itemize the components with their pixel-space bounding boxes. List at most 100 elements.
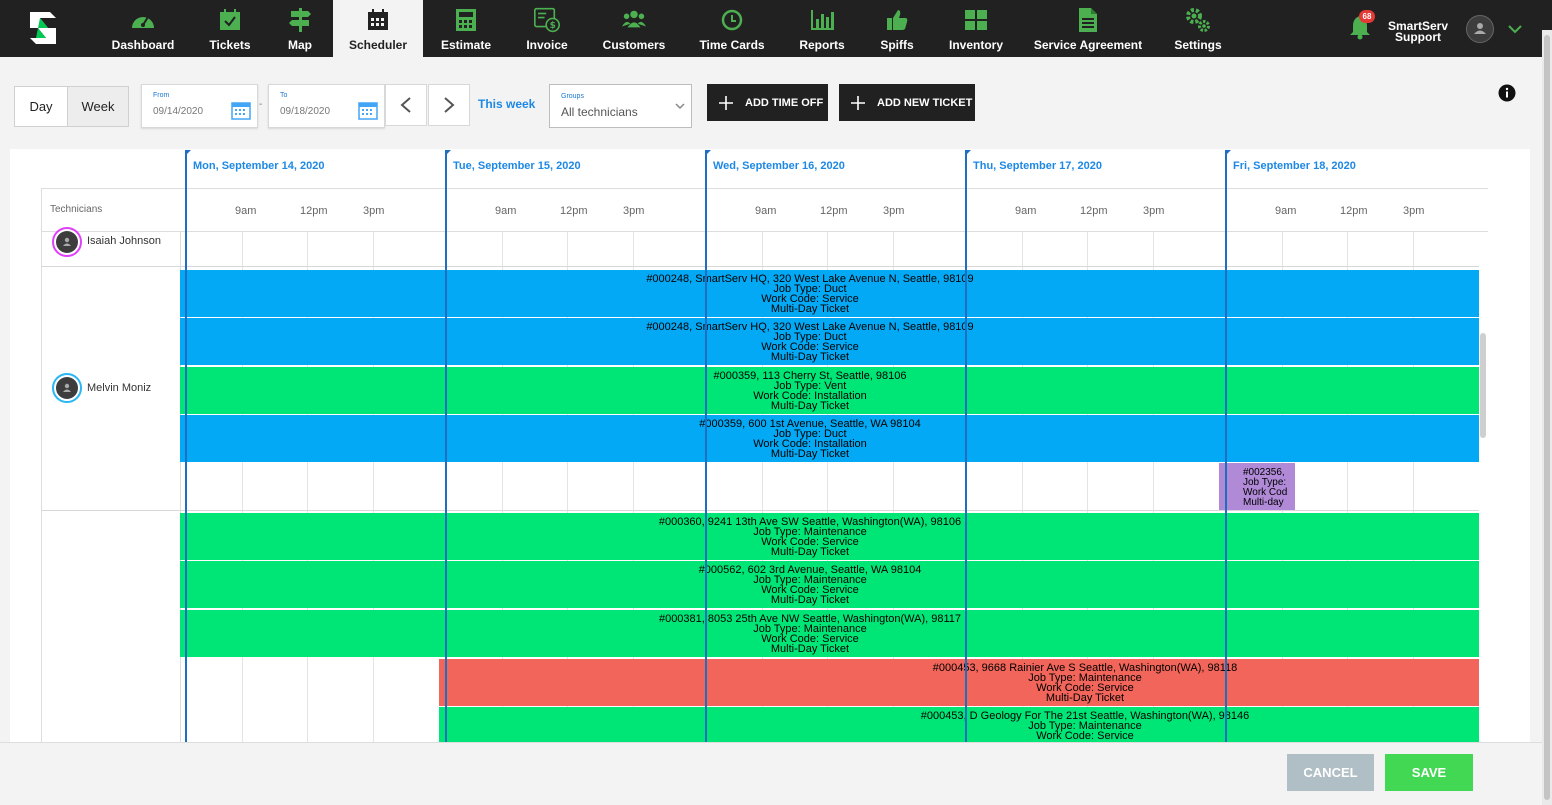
page-scrollbar-thumb[interactable]: [1544, 35, 1550, 800]
top-navigation-bar: Dashboard Tickets Map Scheduler Estimate…: [0, 0, 1552, 57]
from-date-value: 09/14/2020: [153, 106, 204, 117]
ticket-event[interactable]: #000562, 602 3rd Avenue, Seattle, WA 981…: [180, 561, 1479, 608]
user-avatar[interactable]: [1466, 15, 1494, 43]
from-date-label: From: [153, 92, 170, 99]
inventory-icon: [963, 7, 989, 33]
previous-week-button[interactable]: [385, 84, 427, 126]
ticket-event-text: #000360, 9241 13th Ave SW Seattle, Washi…: [560, 517, 1060, 558]
event-line: Multi-Day Ticket: [770, 400, 850, 412]
ticket-event-text: #000453, 9668 Rainier Ave S Seattle, Was…: [835, 663, 1335, 704]
ticket-event-small[interactable]: #002356, Job Type: Work Cod Multi-day: [1219, 463, 1295, 510]
time-tick-label: 3pm: [363, 205, 385, 217]
nav-label: Customers: [602, 38, 666, 52]
chevron-down-icon[interactable]: [1507, 21, 1523, 37]
nav-map[interactable]: Map: [282, 0, 318, 57]
page-scrollbar[interactable]: [1542, 30, 1552, 805]
ticket-event[interactable]: #000359, 113 Cherry St, Seattle, 98106 J…: [180, 367, 1479, 414]
ticket-event[interactable]: #000359, 600 1st Avenue, Seattle, WA 981…: [180, 415, 1479, 462]
day-divider: [965, 150, 971, 742]
time-tick-label: 9am: [755, 205, 777, 217]
nav-label: Map: [288, 38, 312, 52]
calendar-icon[interactable]: [231, 100, 251, 120]
cancel-button[interactable]: CANCEL: [1287, 754, 1374, 791]
spiffs-icon: [884, 7, 910, 33]
time-tick-label: 9am: [235, 205, 257, 217]
ticket-event[interactable]: #000248, SmartServ HQ, 320 West Lake Ave…: [180, 270, 1479, 317]
nav-label: Reports: [799, 38, 845, 52]
groups-select[interactable]: Groups All technicians: [549, 84, 692, 128]
person-icon: [63, 383, 71, 392]
ticket-event-text: #000359, 113 Cherry St, Seattle, 98106 J…: [560, 371, 1060, 412]
user-name[interactable]: SmartServ Support: [1384, 20, 1452, 43]
info-icon[interactable]: [1498, 84, 1516, 102]
time-tick-label: 3pm: [1403, 205, 1425, 217]
technician-name[interactable]: Isaiah Johnson: [87, 235, 161, 247]
nav-service-agreement[interactable]: Service Agreement: [1034, 0, 1142, 57]
groups-label: Groups: [561, 93, 584, 100]
ticket-event[interactable]: #000248, SmartServ HQ, 320 West Lake Ave…: [180, 318, 1479, 365]
ticket-event-text: #000453, D Geology For The 21st Seattle,…: [835, 711, 1335, 742]
save-button[interactable]: SAVE: [1385, 754, 1473, 791]
technician-avatar[interactable]: [52, 227, 82, 257]
nav-inventory[interactable]: Inventory: [948, 0, 1004, 57]
ticket-event[interactable]: #000360, 9241 13th Ave SW Seattle, Washi…: [180, 513, 1479, 560]
scheduler-icon: [365, 7, 391, 33]
time-tick-label: 3pm: [623, 205, 645, 217]
day-divider: [1225, 150, 1231, 742]
event-line: Multi-day: [1243, 497, 1284, 508]
event-line: Multi-Day Ticket: [770, 643, 850, 655]
nav-label: Settings: [1174, 38, 1222, 52]
nav-dashboard[interactable]: Dashboard: [112, 0, 174, 57]
calendar-icon[interactable]: [358, 100, 378, 120]
week-view-button[interactable]: Week: [67, 86, 129, 127]
technician-avatar[interactable]: [52, 373, 82, 403]
ticket-event-text: #002356, Job Type: Work Cod Multi-day: [1243, 468, 1287, 508]
this-week-link[interactable]: This week: [478, 97, 535, 111]
ticket-event-text: #000359, 600 1st Avenue, Seattle, WA 981…: [560, 419, 1060, 460]
nav-label: Inventory: [948, 38, 1003, 52]
notification-badge: 68: [1359, 10, 1375, 23]
event-line: Multi-Day Ticket: [770, 594, 850, 606]
nav-invoice[interactable]: $ Invoice: [524, 0, 570, 57]
row-divider: [41, 510, 1479, 511]
scheduler-scrollbar-thumb[interactable]: [1480, 333, 1486, 438]
time-tick-label: 12pm: [300, 205, 328, 217]
plus-icon: [719, 95, 733, 110]
nav-reports[interactable]: Reports: [798, 0, 846, 57]
to-date-field[interactable]: To 09/18/2020: [268, 84, 385, 128]
nav-estimate[interactable]: Estimate: [440, 0, 492, 57]
event-line: Multi-Day Ticket: [770, 351, 850, 363]
ticket-event-text: #000562, 602 3rd Avenue, Seattle, WA 981…: [560, 565, 1060, 606]
row-divider: [41, 266, 1479, 267]
day-view-button[interactable]: Day: [14, 86, 68, 127]
event-line: Multi-Day Ticket: [770, 546, 850, 558]
nav-customers[interactable]: Customers: [603, 0, 665, 57]
ticket-event[interactable]: #000381, 8053 25th Ave NW Seattle, Washi…: [180, 610, 1479, 657]
add-time-off-button[interactable]: ADD TIME OFF: [707, 84, 828, 121]
next-week-button[interactable]: [428, 84, 470, 126]
day-header: Thu, September 17, 2020: [973, 160, 1102, 172]
ticket-event-text: #000248, SmartServ HQ, 320 West Lake Ave…: [560, 322, 1060, 363]
event-line: Work Code: Service: [1036, 730, 1134, 742]
nav-settings[interactable]: Settings: [1174, 0, 1222, 57]
day-header: Fri, September 18, 2020: [1233, 160, 1356, 172]
add-new-ticket-button[interactable]: ADD NEW TICKET: [839, 84, 975, 121]
chevron-down-icon: [675, 103, 685, 110]
estimate-icon: [453, 7, 479, 33]
service-agreement-icon: [1075, 7, 1101, 33]
smartserv-logo[interactable]: [22, 8, 64, 48]
ticket-event[interactable]: #000453, 9668 Rainier Ave S Seattle, Was…: [439, 659, 1479, 706]
time-tick-label: 9am: [1275, 205, 1297, 217]
technician-name[interactable]: Melvin Moniz: [87, 382, 151, 394]
ticket-event[interactable]: #000453, D Geology For The 21st Seattle,…: [439, 707, 1479, 742]
scheduler-scrollbar[interactable]: [1478, 232, 1488, 742]
nav-time-cards[interactable]: Time Cards: [699, 0, 765, 57]
time-tick-label: 12pm: [820, 205, 848, 217]
from-date-field[interactable]: From 09/14/2020: [141, 84, 258, 128]
nav-tickets[interactable]: Tickets: [206, 0, 254, 57]
nav-spiffs[interactable]: Spiffs: [878, 0, 916, 57]
invoice-icon: $: [534, 7, 560, 33]
settings-icon: [1185, 7, 1211, 33]
day-header: Tue, September 15, 2020: [453, 160, 581, 172]
nav-scheduler[interactable]: Scheduler: [333, 0, 423, 57]
